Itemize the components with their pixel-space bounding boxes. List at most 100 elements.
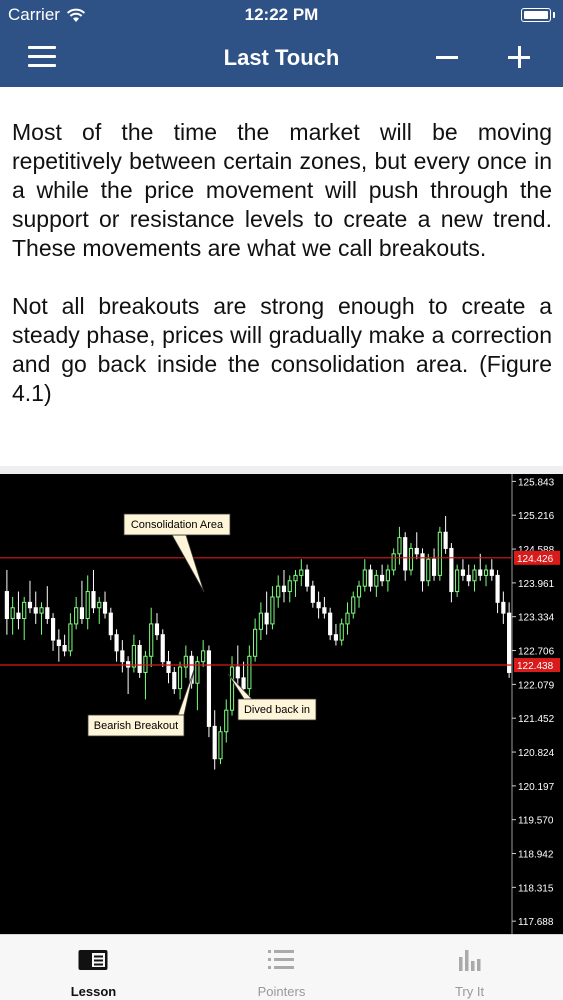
candle-body <box>22 601 27 620</box>
candle-body <box>224 709 229 733</box>
candle-body <box>408 547 414 571</box>
candle-body <box>356 585 362 598</box>
candle-body <box>351 596 356 614</box>
candle-body <box>472 569 477 582</box>
battery-icon <box>521 8 555 22</box>
plus-icon[interactable] <box>506 38 532 78</box>
candle-body <box>304 569 310 587</box>
candle-body <box>172 671 177 690</box>
chart-canvas: 125.843125.216124.588123.961123.334122.7… <box>0 474 560 934</box>
candle-body <box>501 601 506 614</box>
candle-body <box>50 618 56 641</box>
tab-pointers[interactable]: Pointers <box>188 935 375 1000</box>
tab-pointers-label: Pointers <box>257 984 306 999</box>
candle-body <box>380 574 385 582</box>
candle-body <box>206 650 212 727</box>
chart-tick-label: 121.452 <box>518 714 555 725</box>
chart-tick-label: 122.706 <box>518 647 555 658</box>
candle-body <box>287 580 292 593</box>
candle-body <box>91 591 96 609</box>
candle-body <box>339 623 344 641</box>
lesson-content: Most of the time the market will be movi… <box>12 118 552 408</box>
tab-try-it-label: Try It <box>454 984 485 999</box>
chart-tick-label: 118.315 <box>518 883 554 894</box>
candle-body <box>235 666 240 679</box>
list-icon <box>268 950 294 969</box>
candle-body <box>443 531 448 549</box>
candle-body <box>102 601 108 614</box>
candle-body <box>27 601 33 609</box>
candle-body <box>74 607 79 625</box>
minus-icon[interactable] <box>434 38 460 78</box>
candle-body <box>218 731 223 760</box>
candle-body <box>455 569 460 593</box>
candle-body <box>437 531 442 576</box>
candle-body <box>201 650 206 663</box>
chart-tick-label: 120.824 <box>518 748 555 759</box>
section-divider <box>0 466 563 474</box>
candle-body <box>56 639 61 646</box>
candle-body <box>97 601 102 609</box>
candle-body <box>328 612 333 636</box>
candle-body <box>489 569 494 576</box>
candle-body <box>403 537 408 571</box>
status-bar: Carrier 12:22 PM <box>0 0 563 30</box>
candle-body <box>460 569 466 576</box>
candle-body <box>374 574 379 587</box>
candle-body <box>478 569 483 576</box>
chart-tick-label: 125.843 <box>518 477 555 488</box>
candle-body <box>33 607 38 614</box>
candle-body <box>114 634 119 652</box>
candle-body <box>466 574 471 582</box>
candle-body <box>160 634 165 663</box>
candle-body <box>131 644 136 668</box>
candle-body <box>16 612 21 620</box>
candle-body <box>362 569 367 587</box>
candle-body <box>316 601 321 609</box>
candle-body <box>299 569 304 576</box>
chart-tick-label: 119.570 <box>518 816 554 827</box>
navigation-bar: Last Touch <box>0 30 563 87</box>
candle-body <box>154 623 160 636</box>
candle-body <box>143 655 148 673</box>
candle-body <box>391 553 396 571</box>
lesson-paragraph: Most of the time the market will be movi… <box>12 119 552 261</box>
candlestick-chart: 125.843 125.216 124.588 123.961 123.334 122.7… <box>0 474 563 934</box>
candle-body <box>276 585 281 598</box>
candle-body <box>45 607 50 620</box>
lesson-book-icon <box>78 950 108 970</box>
candle-body <box>397 537 402 555</box>
candle-body <box>68 623 73 652</box>
annotation-label: Bearish Breakout <box>94 720 178 732</box>
top-bar: Carrier 12:22 PM Last Touch <box>0 0 563 87</box>
candle-body <box>177 666 183 690</box>
candle-body <box>212 725 217 760</box>
candle-body <box>264 612 269 625</box>
candle-body <box>126 661 131 668</box>
candle-body <box>137 644 142 673</box>
tab-lesson-label: Lesson <box>70 984 117 999</box>
candle-body <box>322 607 327 614</box>
candle-body <box>4 591 9 620</box>
candle-body <box>281 585 287 593</box>
tab-try-it[interactable]: Try It <box>376 935 563 1000</box>
candle-body <box>507 612 512 673</box>
tab-bar: Lesson Pointers Try It <box>0 934 563 1000</box>
candle-body <box>495 574 500 603</box>
candle-body <box>247 655 252 690</box>
candle-body <box>293 574 298 582</box>
candle-body <box>449 547 454 593</box>
chart-tick-label: 117.688 <box>518 917 554 928</box>
candle-body <box>39 607 44 614</box>
chart-tick-label: 122.079 <box>518 680 555 691</box>
page-title: Last Touch <box>223 45 340 70</box>
candle-body <box>310 585 315 603</box>
candle-body <box>149 623 154 657</box>
candle-body <box>229 666 235 711</box>
candle-body <box>426 558 431 582</box>
candle-body <box>385 569 390 582</box>
chart-tick-label: 123.961 <box>518 579 555 590</box>
tab-lesson[interactable]: Lesson <box>0 935 187 1000</box>
candle-body <box>241 677 246 690</box>
candle-body <box>431 558 437 576</box>
